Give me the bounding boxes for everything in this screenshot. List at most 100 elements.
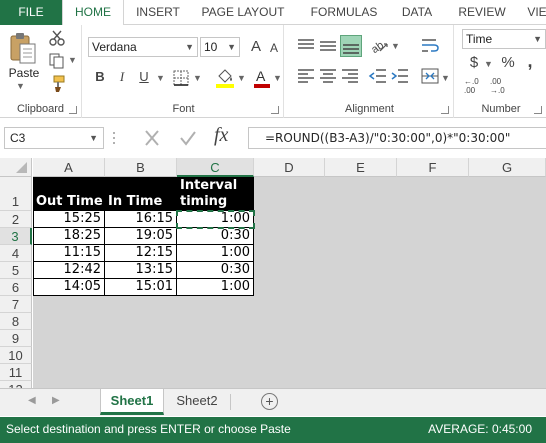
- row-header-10[interactable]: 10: [0, 347, 32, 364]
- add-sheet-icon[interactable]: +: [261, 393, 278, 410]
- align-left-icon[interactable]: [296, 67, 316, 85]
- row-header-8[interactable]: 8: [0, 313, 32, 330]
- orientation-dropdown-icon[interactable]: ▼: [391, 41, 400, 51]
- row-header-7[interactable]: 7: [0, 296, 32, 313]
- align-right-icon[interactable]: [340, 67, 360, 85]
- font-name-select[interactable]: Verdana ▼: [88, 37, 198, 57]
- percent-button[interactable]: %: [498, 53, 518, 73]
- cell-a3[interactable]: 18:25: [33, 228, 105, 245]
- cell-a6[interactable]: 14:05: [33, 279, 105, 296]
- row-header-4[interactable]: 4: [0, 245, 32, 262]
- row-header-9[interactable]: 9: [0, 330, 32, 347]
- font-color-dropdown-icon[interactable]: ▼: [273, 73, 282, 83]
- paste-button[interactable]: Paste: [6, 66, 42, 80]
- wrap-text-icon[interactable]: [420, 37, 440, 55]
- fill-color-dropdown-icon[interactable]: ▼: [237, 73, 246, 83]
- column-header-f[interactable]: F: [397, 158, 469, 177]
- underline-dropdown-icon[interactable]: ▼: [156, 73, 165, 83]
- enter-icon[interactable]: [178, 129, 198, 147]
- row-header-12[interactable]: 12: [0, 381, 32, 388]
- cell-a1[interactable]: Out Time: [33, 177, 105, 211]
- cell-c2[interactable]: 1:00: [177, 211, 254, 228]
- decrease-indent-icon[interactable]: [368, 67, 388, 85]
- cell-b6[interactable]: 15:01: [105, 279, 177, 296]
- font-color-icon[interactable]: A: [252, 67, 272, 89]
- sheet-scroll-left-icon[interactable]: ◀: [28, 395, 36, 406]
- copy-dropdown-icon[interactable]: ▼: [68, 55, 77, 65]
- tab-review[interactable]: REVIEW: [452, 0, 512, 25]
- borders-icon[interactable]: [172, 69, 190, 87]
- bottom-align-icon[interactable]: [340, 35, 362, 57]
- cell-a2[interactable]: 15:25: [33, 211, 105, 228]
- underline-button[interactable]: U: [134, 67, 154, 87]
- cancel-icon[interactable]: [142, 129, 162, 147]
- merge-center-icon[interactable]: [420, 67, 440, 85]
- cell-a4[interactable]: 11:15: [33, 245, 105, 262]
- tab-file[interactable]: FILE: [0, 0, 62, 25]
- comma-button[interactable]: ,: [520, 51, 540, 71]
- orientation-icon[interactable]: ab: [368, 35, 390, 56]
- borders-dropdown-icon[interactable]: ▼: [193, 73, 202, 83]
- row-header-3[interactable]: 3: [0, 228, 32, 245]
- bold-button[interactable]: B: [90, 67, 110, 87]
- tab-insert[interactable]: INSERT: [126, 0, 190, 25]
- tab-view[interactable]: VIE: [522, 0, 546, 25]
- paste-icon[interactable]: [8, 31, 38, 67]
- paste-dropdown-icon[interactable]: ▼: [16, 81, 25, 91]
- fill-color-icon[interactable]: [214, 67, 236, 89]
- clipboard-launcher-icon[interactable]: [69, 106, 77, 114]
- number-format-select[interactable]: Time ▼: [462, 29, 546, 49]
- cell-b3[interactable]: 19:05: [105, 228, 177, 245]
- increase-decimal-button[interactable]: ←.0 .00: [464, 77, 486, 95]
- column-header-e[interactable]: E: [325, 158, 397, 177]
- row-header-5[interactable]: 5: [0, 262, 32, 279]
- sheet-tab-sheet1[interactable]: Sheet1: [100, 389, 164, 415]
- cell-a5[interactable]: 12:42: [33, 262, 105, 279]
- cell-b1[interactable]: In Time: [105, 177, 177, 211]
- cell-b4[interactable]: 12:15: [105, 245, 177, 262]
- grow-font-button[interactable]: A: [246, 37, 266, 57]
- column-header-b[interactable]: B: [105, 158, 177, 177]
- cell-c4[interactable]: 1:00: [177, 245, 254, 262]
- row-header-11[interactable]: 11: [0, 364, 32, 381]
- column-header-c[interactable]: C: [177, 158, 254, 177]
- top-align-icon[interactable]: [296, 37, 316, 55]
- decrease-decimal-button[interactable]: .00 →.0: [490, 77, 512, 95]
- tab-formulas[interactable]: FORMULAS: [300, 0, 388, 25]
- column-header-g[interactable]: G: [469, 158, 546, 177]
- currency-dropdown-icon[interactable]: ▼: [484, 59, 493, 69]
- cell-b5[interactable]: 13:15: [105, 262, 177, 279]
- row-header-1[interactable]: 1: [0, 177, 32, 211]
- number-launcher-icon[interactable]: [534, 106, 542, 114]
- currency-button[interactable]: $: [464, 53, 484, 73]
- cell-c1[interactable]: Interval timing: [177, 177, 254, 211]
- alignment-launcher-icon[interactable]: [441, 106, 449, 114]
- font-launcher-icon[interactable]: [271, 106, 279, 114]
- shrink-font-button[interactable]: A: [264, 38, 284, 58]
- name-box[interactable]: C3 ▼: [4, 127, 104, 149]
- tab-data[interactable]: DATA: [392, 0, 442, 25]
- sheet-tab-sheet2[interactable]: Sheet2: [166, 389, 228, 415]
- insert-function-icon[interactable]: fx: [214, 124, 228, 147]
- row-header-6[interactable]: 6: [0, 279, 32, 296]
- tab-home[interactable]: HOME: [62, 0, 124, 26]
- select-all-corner[interactable]: [0, 158, 32, 177]
- italic-button[interactable]: I: [112, 67, 132, 87]
- cell-c5[interactable]: 0:30: [177, 262, 254, 279]
- increase-indent-icon[interactable]: [390, 67, 410, 85]
- font-size-select[interactable]: 10 ▼: [200, 37, 240, 57]
- status-average[interactable]: AVERAGE: 0:45:00: [428, 417, 532, 441]
- formula-input[interactable]: =ROUND((B3-A3)/"0:30:00",0)*"0:30:00": [248, 127, 546, 149]
- tab-page-layout[interactable]: PAGE LAYOUT: [192, 0, 294, 25]
- cell-b2[interactable]: 16:15: [105, 211, 177, 228]
- column-header-a[interactable]: A: [33, 158, 105, 177]
- format-painter-icon[interactable]: [48, 75, 66, 93]
- copy-icon[interactable]: [48, 52, 66, 70]
- sheet-scroll-right-icon[interactable]: ▶: [52, 395, 60, 406]
- row-header-2[interactable]: 2: [0, 211, 32, 228]
- column-header-d[interactable]: D: [254, 158, 325, 177]
- middle-align-icon[interactable]: [318, 37, 338, 55]
- cell-c6[interactable]: 1:00: [177, 279, 254, 296]
- cut-icon[interactable]: [48, 29, 66, 47]
- cell-c3[interactable]: 0:30: [177, 228, 254, 245]
